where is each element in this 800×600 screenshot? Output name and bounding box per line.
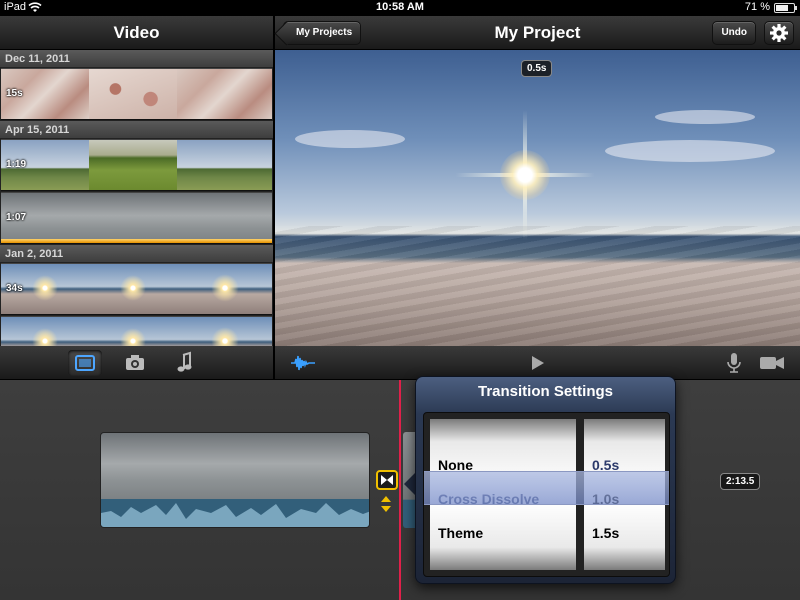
audio-levels-button[interactable] [287, 350, 321, 376]
clip-duration: 1:07 [6, 212, 27, 223]
clip-browser[interactable]: Dec 11, 2011 15s Apr 15, 2011 1:19 1:07 Jan 2… [0, 50, 274, 346]
record-audio-button[interactable] [717, 350, 751, 376]
browser-clip[interactable]: 34s [1, 263, 272, 315]
clip-frame [89, 69, 177, 119]
audio-waveform-icon [291, 355, 315, 371]
browser-clip[interactable] [1, 316, 272, 346]
clip-frame [101, 433, 219, 501]
clip-frame [177, 140, 272, 190]
clip-frame [337, 433, 369, 501]
video-icon [75, 355, 95, 371]
clip-frame [177, 317, 272, 346]
browser-clip[interactable]: 1:19 [1, 139, 272, 191]
clip-frame [89, 317, 177, 346]
project-title: My Project [494, 23, 581, 42]
clip-frame [1, 317, 89, 346]
date-header: Apr 15, 2011 [0, 121, 273, 139]
used-in-project-bar [1, 239, 272, 243]
project-timeline[interactable]: 2:13.5 [0, 380, 800, 600]
clip-frame [177, 193, 272, 243]
transition-picker[interactable]: NoneCross DissolveTheme 0.5s1.0s1.5s [423, 412, 670, 577]
clip-frame [177, 69, 272, 119]
clip-duration: 34s [6, 283, 23, 294]
audio-waveform [101, 499, 369, 527]
clip-duration: 15s [6, 88, 23, 99]
transition-settings-popover: Transition Settings NoneCross DissolveTh… [415, 376, 676, 584]
clip-frame [177, 264, 272, 314]
cloud [295, 130, 405, 148]
playhead [399, 380, 401, 600]
clip-frame [89, 140, 177, 190]
date-header: Jan 2, 2011 [0, 245, 273, 263]
viewer-header: My Projects My Project Undo [275, 16, 800, 50]
viewer-toolbar [275, 346, 800, 380]
transition-trim-arrows-icon[interactable] [379, 494, 393, 514]
browser-title: Video [113, 23, 160, 42]
gear-icon [770, 24, 788, 42]
sand-ripples [275, 226, 800, 346]
clip-frame [219, 433, 337, 501]
my-projects-button[interactable]: My Projects [283, 21, 362, 45]
battery-percent: 71 % [744, 1, 770, 13]
picker-selection-band [424, 471, 669, 505]
status-bar: iPad 10:58 AM 71 % [0, 0, 800, 16]
clip-frame [89, 193, 177, 243]
settings-button[interactable] [764, 21, 794, 45]
undo-button[interactable]: Undo [712, 21, 756, 45]
music-note-icon [177, 351, 192, 372]
video-tab[interactable] [68, 350, 102, 376]
playhead-time-badge: 0.5s [521, 60, 553, 77]
clip-frame [89, 264, 177, 314]
cloud [655, 110, 755, 124]
transition-duration-option[interactable]: 1.5s [592, 525, 619, 541]
transition-button[interactable] [376, 470, 398, 490]
play-icon [532, 356, 544, 370]
browser-clip[interactable]: 15s [1, 68, 272, 120]
media-type-toolbar [0, 346, 274, 380]
microphone-icon [727, 353, 741, 373]
browser-header: Video [0, 16, 274, 50]
cloud [605, 140, 775, 162]
transition-type-option[interactable]: Theme [438, 525, 483, 541]
photos-tab[interactable] [118, 350, 152, 376]
browser-clip[interactable]: 1:07 [1, 192, 272, 244]
popover-title: Transition Settings [477, 383, 613, 400]
battery-icon [774, 3, 797, 13]
transition-icon [381, 475, 393, 485]
play-button[interactable] [520, 350, 554, 376]
video-viewer[interactable]: 0.5s [275, 50, 800, 346]
record-video-button[interactable] [755, 350, 789, 376]
camera-icon [126, 355, 144, 370]
total-duration-badge: 2:13.5 [720, 473, 761, 490]
clock: 10:58 AM [376, 1, 424, 13]
audio-tab[interactable] [168, 350, 202, 376]
date-header: Dec 11, 2011 [0, 50, 273, 68]
video-camera-icon [760, 357, 784, 369]
timeline-clip[interactable] [100, 432, 370, 528]
sun [500, 150, 550, 200]
clip-duration: 1:19 [6, 159, 27, 170]
